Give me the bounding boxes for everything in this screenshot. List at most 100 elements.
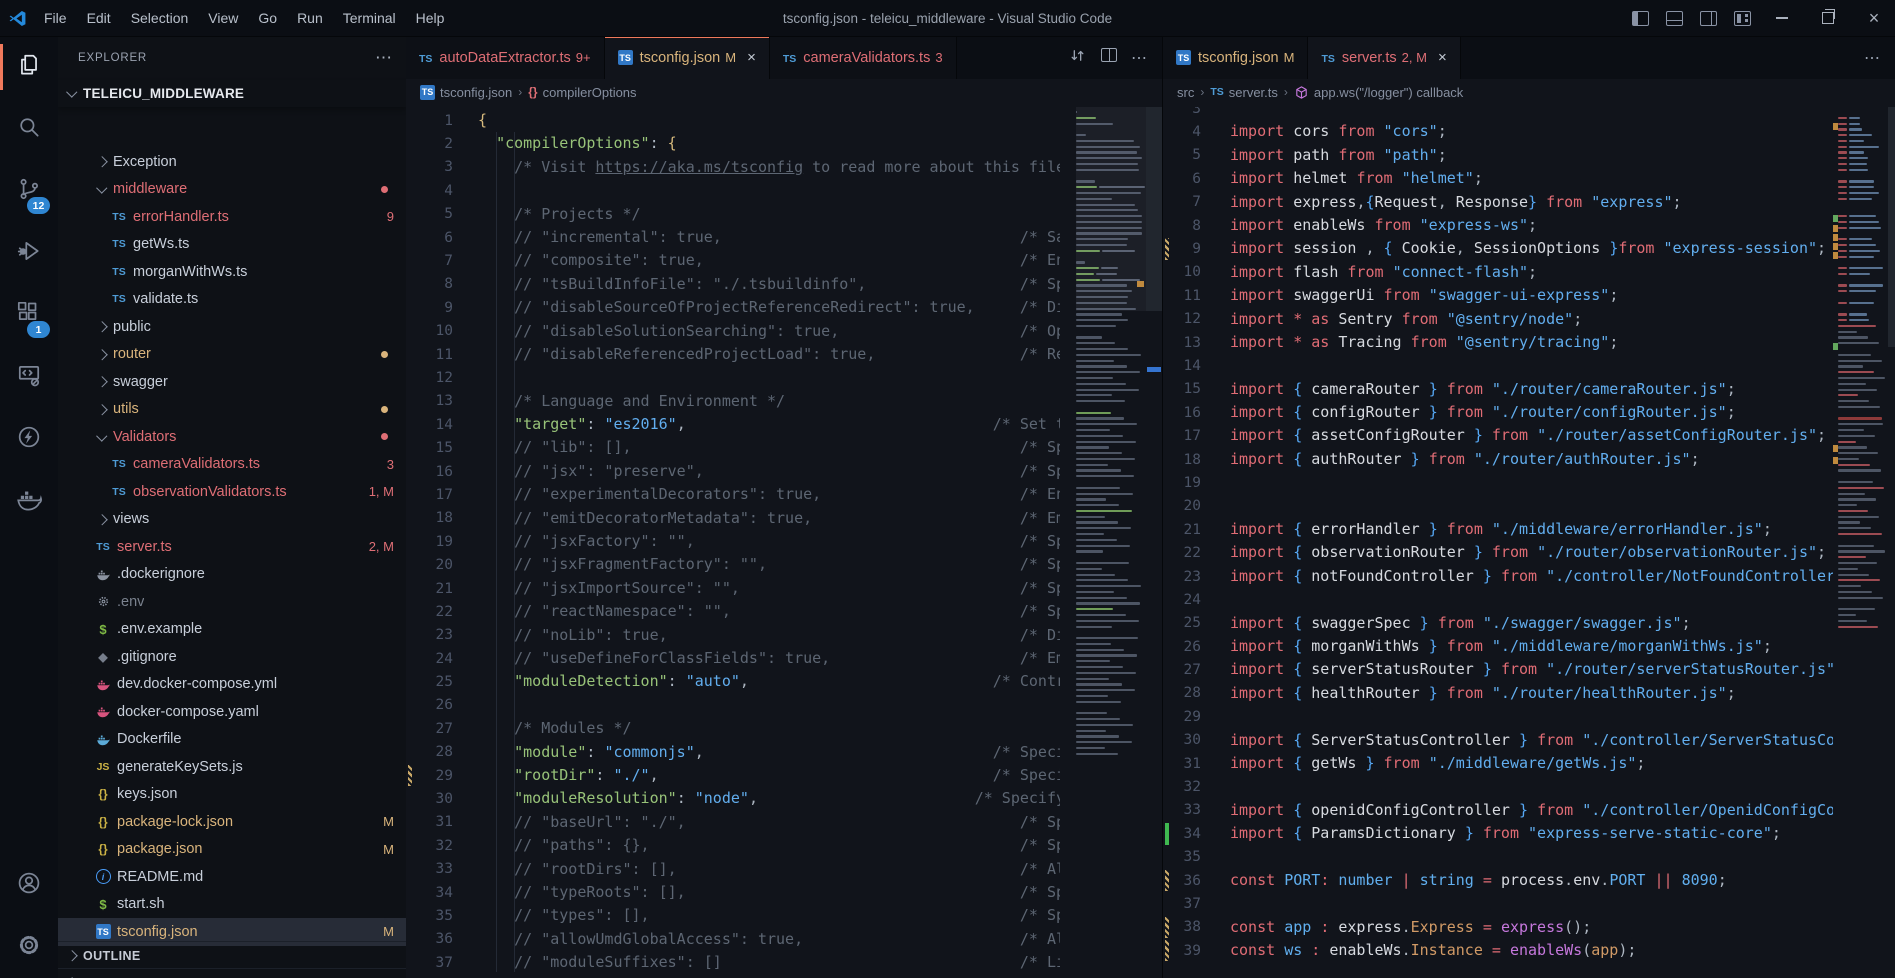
minimap-slider[interactable] xyxy=(1888,107,1895,347)
tree-item[interactable]: TSgetWs.ts xyxy=(58,231,406,259)
menu-view[interactable]: View xyxy=(198,0,248,36)
open-changes-icon[interactable] xyxy=(1068,46,1087,70)
activity-extensions[interactable]: 1 xyxy=(0,284,58,346)
activity-search[interactable] xyxy=(0,98,58,160)
activity-run-debug[interactable] xyxy=(0,222,58,284)
tree-item[interactable]: .env xyxy=(58,588,406,616)
minimap-line xyxy=(1076,735,1146,737)
customize-layout-icon[interactable] xyxy=(1727,4,1757,32)
tree-item[interactable]: dev.docker-compose.yml xyxy=(58,671,406,699)
activity-thunder-client[interactable] xyxy=(0,408,58,470)
minimap-line xyxy=(1076,556,1146,558)
gutter: 11 xyxy=(1163,284,1218,307)
activity-docker[interactable] xyxy=(0,470,58,532)
toggle-panel-icon[interactable] xyxy=(1659,4,1689,32)
tree-item[interactable]: swagger xyxy=(58,368,406,396)
code-editor-tsconfig[interactable]: 1{2 "compilerOptions": {3 /* Visit https… xyxy=(406,107,1060,978)
tree-item[interactable]: TSserver.ts2, M xyxy=(58,533,406,561)
section-outline[interactable]: OUTLINE xyxy=(58,941,406,969)
tree-item[interactable]: TSvalidate.ts xyxy=(58,286,406,314)
menu-file[interactable]: File xyxy=(34,0,77,36)
menu-selection[interactable]: Selection xyxy=(121,0,199,36)
tree-item[interactable]: {}package.jsonM xyxy=(58,836,406,864)
tree-item[interactable]: TSobservationValidators.ts1, M xyxy=(58,478,406,506)
activity-source-control[interactable]: 12 xyxy=(0,160,58,222)
tree-item[interactable]: Dockerfile xyxy=(58,726,406,754)
tab-tsconfig.json[interactable]: TStsconfig.jsonM× xyxy=(605,36,770,79)
menu-help[interactable]: Help xyxy=(406,0,455,36)
tree-item[interactable]: router xyxy=(58,341,406,369)
close-icon[interactable]: × xyxy=(747,49,756,66)
tab-cameraValidators.ts[interactable]: TScameraValidators.ts3 xyxy=(770,36,957,79)
activity-explorer[interactable] xyxy=(0,36,58,98)
breadcrumb-item[interactable]: src xyxy=(1177,85,1194,100)
code-line: 32 // "paths": {}, /* Specify a set of e… xyxy=(406,834,1060,857)
split-editor-icon[interactable] xyxy=(1101,48,1117,67)
more-actions-icon[interactable]: ⋯ xyxy=(1864,48,1881,68)
tree-item[interactable]: $.env.example xyxy=(58,616,406,644)
tree-item[interactable]: $start.sh xyxy=(58,891,406,919)
tree-item[interactable]: utils xyxy=(58,396,406,424)
restore-button[interactable] xyxy=(1807,1,1849,35)
minimize-button[interactable] xyxy=(1761,1,1803,35)
search-icon xyxy=(16,114,42,145)
tree-item[interactable]: public xyxy=(58,313,406,341)
docker-blue-icon xyxy=(94,732,112,747)
line-content: import { serverStatusRouter } from "./ro… xyxy=(1218,658,1833,681)
more-actions-icon[interactable]: ⋯ xyxy=(1131,48,1148,68)
close-icon[interactable]: × xyxy=(1438,49,1447,66)
project-root-folder[interactable]: TELEICU_MIDDLEWARE xyxy=(58,80,406,107)
section-timeline[interactable]: TIMELINE xyxy=(58,968,406,978)
activity-remote-explorer[interactable] xyxy=(0,346,58,408)
tree-item-label: .env.example xyxy=(117,621,202,637)
minimap-line xyxy=(1838,123,1888,125)
activity-settings[interactable] xyxy=(0,916,58,978)
more-actions-icon[interactable]: ⋯ xyxy=(375,48,392,68)
gutter: 14 xyxy=(1163,354,1218,377)
line-number: 9 xyxy=(406,300,470,316)
line-number: 19 xyxy=(406,534,470,550)
activity-accounts[interactable] xyxy=(0,854,58,916)
tree-item[interactable]: ◆.gitignore xyxy=(58,643,406,671)
code-editor-server[interactable]: 34import cors from "cors";5import path f… xyxy=(1163,107,1833,978)
breadcrumb-item[interactable]: app.ws("/logger") callback xyxy=(1294,85,1463,100)
breadcrumb-item[interactable]: TSserver.ts xyxy=(1210,85,1278,100)
toggle-sidebar-icon[interactable] xyxy=(1625,4,1655,32)
minimap-line xyxy=(1838,250,1888,252)
breadcrumb-item[interactable]: {}compilerOptions xyxy=(528,85,636,100)
minimap-slider[interactable] xyxy=(1146,107,1162,311)
tree-item[interactable]: TScameraValidators.ts3 xyxy=(58,451,406,479)
tree-item[interactable]: docker-compose.yaml xyxy=(58,698,406,726)
toggle-secondary-sidebar-icon[interactable] xyxy=(1693,4,1723,32)
minimap-line xyxy=(1838,406,1888,408)
tree-item[interactable]: TSerrorHandler.ts9 xyxy=(58,203,406,231)
tree-item[interactable]: middleware xyxy=(58,176,406,204)
code-line: 12 xyxy=(406,366,1060,389)
menu-terminal[interactable]: Terminal xyxy=(333,0,406,36)
minimap-line xyxy=(1838,464,1888,466)
minimap[interactable] xyxy=(1838,107,1888,978)
close-button[interactable]: × xyxy=(1853,1,1895,35)
tree-item[interactable]: Exception xyxy=(58,148,406,176)
tree-item[interactable]: TSmorganWithWs.ts xyxy=(58,258,406,286)
scrollbar[interactable] xyxy=(1888,107,1895,978)
minimap-slider[interactable] xyxy=(1076,107,1146,311)
tab-autoDataExtractor.ts[interactable]: TSautoDataExtractor.ts9+ xyxy=(406,36,605,79)
tree-item[interactable]: .dockerignore xyxy=(58,561,406,589)
menu-bar: FileEditSelectionViewGoRunTerminalHelp xyxy=(34,0,454,36)
scrollbar[interactable] xyxy=(1146,107,1162,978)
menu-go[interactable]: Go xyxy=(248,0,287,36)
menu-run[interactable]: Run xyxy=(287,0,333,36)
tree-item[interactable]: JSgenerateKeySets.js xyxy=(58,753,406,781)
tab-tsconfig.json[interactable]: TStsconfig.jsonM xyxy=(1163,36,1308,79)
menu-edit[interactable]: Edit xyxy=(77,0,121,36)
tree-item[interactable]: Validators xyxy=(58,423,406,451)
breadcrumb-item[interactable]: TStsconfig.json xyxy=(420,85,512,100)
code-line: 24 // "useDefineForClassFields": true, /… xyxy=(406,647,1060,670)
tree-item[interactable]: {}package-lock.jsonM xyxy=(58,808,406,836)
tree-item[interactable]: iREADME.md xyxy=(58,863,406,891)
tree-item[interactable]: views xyxy=(58,506,406,534)
tab-server.ts[interactable]: TSserver.ts2, M× xyxy=(1308,36,1460,79)
tree-item[interactable]: {}keys.json xyxy=(58,781,406,809)
minimap[interactable] xyxy=(1076,107,1146,978)
